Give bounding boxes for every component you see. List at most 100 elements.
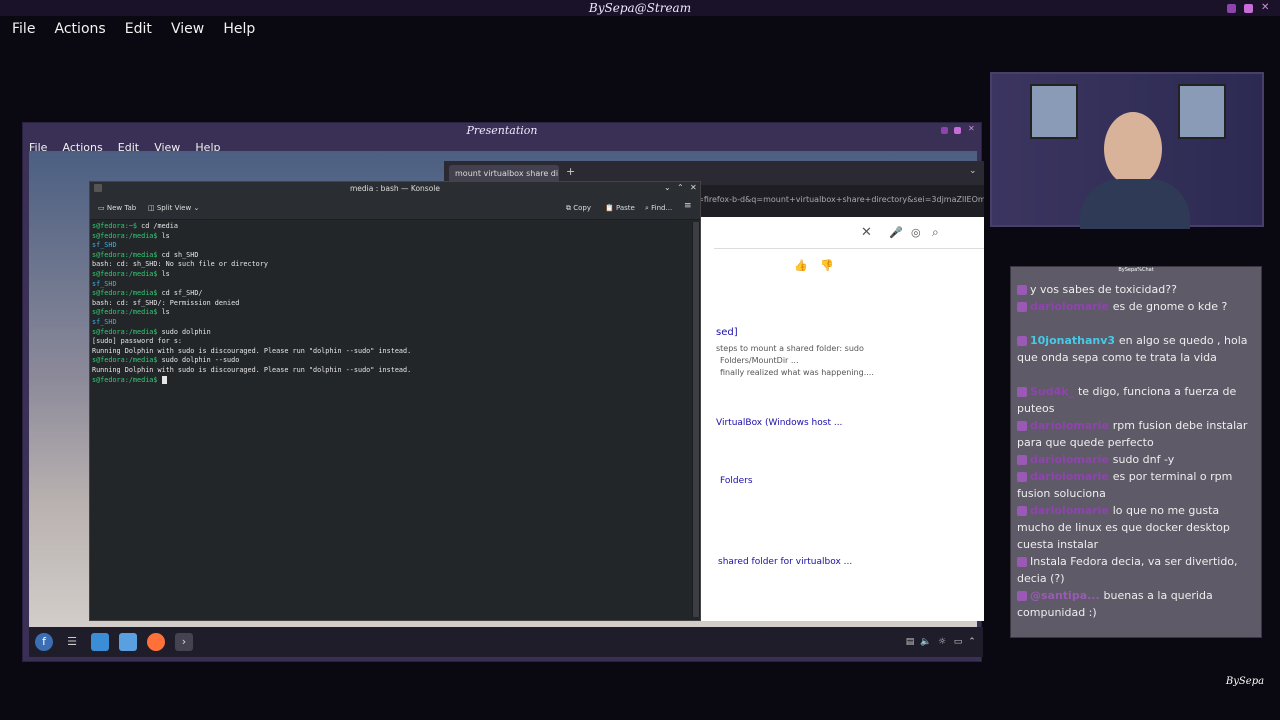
firefox-icon[interactable] xyxy=(147,633,165,651)
maximize-icon[interactable] xyxy=(1244,4,1253,13)
terminal-prompt: s@fedora:/media$ xyxy=(92,327,158,336)
desktop-background: mount virtualbox share di + ⌄ t=firefox-… xyxy=(29,151,984,657)
terminal-line: [sudo] password for s: xyxy=(92,337,183,346)
menu-actions[interactable]: Actions xyxy=(55,21,106,37)
chat-message: y vos sabes de toxicidad?? xyxy=(1017,281,1257,298)
thumbs-down-icon[interactable]: 👎 xyxy=(820,259,834,272)
chat-badge-icon xyxy=(1017,557,1027,567)
terminal-line: Running Dolphin with sudo is discouraged… xyxy=(92,346,412,355)
paste-button[interactable]: 📋 Paste xyxy=(605,204,635,212)
terminal-line: s@fedora:/media$ ls xyxy=(92,270,692,280)
chat-username[interactable]: dariolomarie xyxy=(1030,300,1113,313)
terminal-cursor xyxy=(161,375,167,384)
terminal-command: cd sf_SHD/ xyxy=(157,289,203,298)
terminal-prompt: s@fedora:~$ xyxy=(92,222,138,230)
new-tab-label: New Tab xyxy=(106,204,137,212)
chat-text: Instala Fedora decia, va ser divertido, … xyxy=(1017,555,1238,585)
terminal-prompt: s@fedora:/media$ xyxy=(92,289,158,298)
konsole-title: media : bash — Konsole xyxy=(349,184,441,193)
chat-text: sudo dnf -y xyxy=(1112,453,1175,466)
konsole-window: media : bash — Konsole ⌄ ⌃ ✕ ▭ New Tab ◫… xyxy=(89,181,701,621)
wall-frame-left xyxy=(1030,84,1078,139)
streamer-head xyxy=(1104,112,1162,186)
chat-badge-icon xyxy=(1017,285,1027,295)
menu-file[interactable]: File xyxy=(12,21,35,37)
terminal-line: bash: cd: sh_SHD: No such file or direct… xyxy=(92,260,268,269)
close-icon[interactable]: ✕ xyxy=(1261,2,1269,13)
menu-edit[interactable]: Edit xyxy=(125,21,152,37)
chat-message: dariolomarie es de gnome o kde ? xyxy=(1017,298,1257,315)
new-tab-icon[interactable]: + xyxy=(566,165,575,178)
split-view-button[interactable]: ◫ Split View ⌄ xyxy=(148,204,199,212)
find-button[interactable]: ⌕ Find... xyxy=(645,204,672,213)
pres-minimize-icon[interactable] xyxy=(941,127,948,134)
terminal-prompt: s@fedora:/media$ xyxy=(92,250,158,259)
fedora-launcher-icon[interactable]: f xyxy=(35,633,53,651)
new-tab-icon: ▭ xyxy=(98,204,105,212)
chat-username[interactable]: dariolomarie xyxy=(1030,504,1113,517)
chat-badge-icon xyxy=(1017,591,1027,601)
pres-maximize-icon[interactable] xyxy=(954,127,961,134)
clear-search-icon[interactable]: ✕ xyxy=(861,225,872,240)
mic-icon[interactable]: 🎤 xyxy=(889,226,903,239)
chat-username[interactable]: Sud4k_ xyxy=(1030,385,1078,398)
search-icon[interactable]: ⌕ xyxy=(932,225,939,240)
result-link-3[interactable]: shared folder for virtualbox ... xyxy=(718,557,852,567)
stream-title: BySepa@Stream xyxy=(588,1,692,15)
terminal-line: bash: cd: sf_SHD/: Permission denied xyxy=(92,298,240,307)
terminal-line: s@fedora:/media$ ls xyxy=(92,232,692,242)
tray-expand-icon[interactable]: ⌃ xyxy=(963,633,981,651)
snippet-1: steps to mount a shared folder: sudo xyxy=(716,344,864,353)
konsole-titlebar: media : bash — Konsole ⌄ ⌃ ✕ xyxy=(90,182,700,196)
copy-icon: ⧉ xyxy=(566,204,571,212)
chat-badge-icon xyxy=(1017,455,1027,465)
find-icon: ⌕ xyxy=(645,204,649,212)
url-text: t=firefox-b-d&q=mount+virtualbox+share+d… xyxy=(694,195,984,204)
menu-help[interactable]: Help xyxy=(223,21,255,37)
chat-username[interactable]: 10jonathanv3 xyxy=(1030,334,1119,347)
terminal-line: sf_SHD xyxy=(92,317,117,326)
tab-list-icon[interactable]: ⌄ xyxy=(969,166,977,176)
chat-message: 10jonathanv3 en algo se quedo , hola que… xyxy=(1017,332,1257,366)
minimize-icon[interactable] xyxy=(1227,4,1236,13)
search-box[interactable]: ✕ 🎤 ◎ ⌕ xyxy=(714,221,984,249)
new-tab-button[interactable]: ▭ New Tab xyxy=(98,204,136,212)
chat-username[interactable]: dariolomarie xyxy=(1030,419,1113,432)
chat-username[interactable]: dariolomarie xyxy=(1030,470,1113,483)
chat-username[interactable]: @santipa... xyxy=(1030,589,1104,602)
presentation-menubar: File Actions Edit View Help xyxy=(29,136,230,154)
chat-badge-icon xyxy=(1017,336,1027,346)
settings-icon[interactable]: ☰ xyxy=(63,633,81,651)
find-label: Find... xyxy=(651,204,673,212)
terminal-prompt: s@fedora:/media$ xyxy=(92,231,158,240)
konsole-close-icon[interactable]: ✕ xyxy=(690,183,697,192)
discover-icon[interactable] xyxy=(91,633,109,651)
terminal-prompt: s@fedora:/media$ xyxy=(92,375,158,384)
hamburger-menu-icon[interactable]: ≡ xyxy=(684,201,692,211)
terminal-command: ls xyxy=(157,231,170,240)
result-link-1[interactable]: VirtualBox (Windows host ... xyxy=(716,418,842,428)
chat-text: es de gnome o kde ? xyxy=(1112,300,1228,313)
terminal-output[interactable]: s@fedora:~$ cd /media s@fedora:/media$ ls… xyxy=(92,222,692,617)
bysepa-logo: BySepa xyxy=(1225,676,1265,687)
result-fragment[interactable]: sed] xyxy=(716,327,738,338)
chat-badge-icon xyxy=(1017,387,1027,397)
menu-view[interactable]: View xyxy=(171,21,204,37)
copy-button[interactable]: ⧉ Copy xyxy=(566,204,591,213)
chat-message: dariolomarie lo que no me gusta mucho de… xyxy=(1017,502,1257,553)
chat-message: dariolomarie sudo dnf -y xyxy=(1017,451,1257,468)
pres-close-icon[interactable]: ✕ xyxy=(968,124,975,133)
dolphin-icon[interactable] xyxy=(119,633,137,651)
terminal-line: Running Dolphin with sudo is discouraged… xyxy=(92,365,412,374)
scrollbar-thumb[interactable] xyxy=(693,222,699,617)
result-link-2[interactable]: Folders xyxy=(720,476,753,486)
terminal-line: sf_SHD xyxy=(92,241,117,250)
konsole-minimize-icon[interactable]: ⌄ xyxy=(664,183,671,192)
outer-menubar: File Actions Edit View Help xyxy=(0,16,1280,38)
chat-username[interactable]: dariolomarie xyxy=(1030,453,1113,466)
thumbs-up-icon[interactable]: 👍 xyxy=(794,259,808,272)
lens-icon[interactable]: ◎ xyxy=(911,226,921,239)
konsole-maximize-icon[interactable]: ⌃ xyxy=(677,183,684,192)
konsole-task-icon[interactable]: › xyxy=(175,633,193,651)
terminal-scrollbar[interactable] xyxy=(692,222,700,617)
